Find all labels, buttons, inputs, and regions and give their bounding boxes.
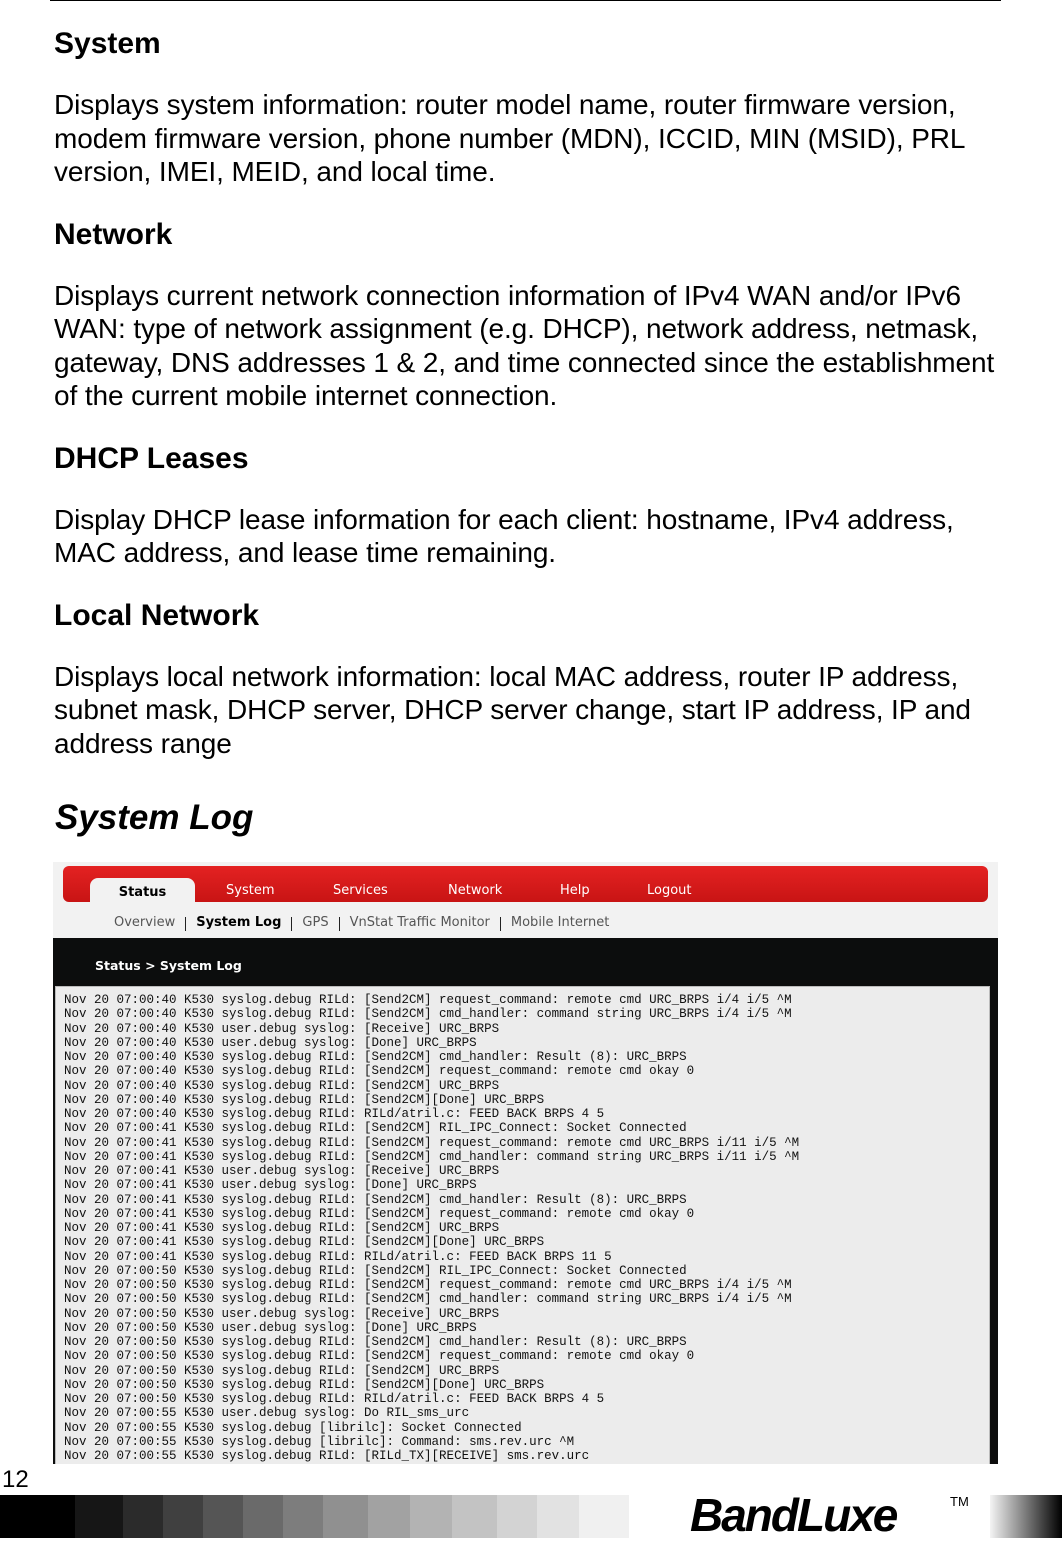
tab-help[interactable]: Help [560,883,590,898]
log-line: Nov 20 07:00:41 K530 syslog.debug RILd: … [64,1149,800,1164]
ramp-swatch [410,1495,452,1538]
router-ui-screenshot: Status System Services Network Help Logo… [53,862,998,1464]
log-line: Nov 20 07:00:41 K530 syslog.debug RILd: … [64,1221,500,1235]
ramp-swatch [452,1495,497,1538]
ramp-swatch [579,1495,629,1538]
paragraph-dhcp-leases: Display DHCP lease information for each … [54,503,954,569]
log-line: Nov 20 07:00:50 K530 syslog.debug RILd: … [64,1392,605,1406]
ramp-swatch [323,1495,368,1538]
subnav-overview[interactable]: Overview [104,915,185,931]
log-line: Nov 20 07:00:50 K530 user.debug syslog: … [64,1306,500,1321]
subnav-system-log[interactable]: System Log [186,915,291,931]
page-number: 12 [2,1466,29,1493]
paragraph-network: Displays current network connection info… [54,279,995,412]
log-line: Nov 20 07:00:41 K530 syslog.debug RILd: … [64,1249,612,1264]
ramp-swatch [497,1495,537,1538]
gray-ramp-bar [0,1495,629,1538]
log-line: Nov 20 07:00:55 K530 syslog.debug RILd: … [64,1449,590,1463]
log-line: Nov 20 07:00:41 K530 syslog.debug RILd: … [64,1121,687,1136]
subnav-mobile-internet[interactable]: Mobile Internet [501,915,619,931]
ramp-swatch [537,1495,579,1538]
log-lines: Nov 20 07:00:40 K530 syslog.debug RILd: … [64,993,799,1463]
heading-local-network: Local Network [54,598,260,632]
ramp-swatch [283,1495,323,1538]
document-body: System Displays system information: rout… [54,24,1014,786]
heading-network: Network [54,217,173,251]
log-line: Nov 20 07:00:41 K530 user.debug syslog: … [64,1178,477,1193]
heading-dhcp-leases: DHCP Leases [54,441,249,475]
log-line: Nov 20 07:00:50 K530 syslog.debug RILd: … [64,1278,792,1292]
ramp-swatch [203,1495,243,1538]
log-line: Nov 20 07:00:55 K530 syslog.debug [libri… [64,1434,575,1449]
tab-logout[interactable]: Logout [647,883,692,898]
tab-services[interactable]: Services [333,883,388,898]
tab-status[interactable]: Status [90,878,195,906]
log-line: Nov 20 07:00:50 K530 syslog.debug RILd: … [64,1363,500,1378]
tab-network[interactable]: Network [448,883,502,898]
log-line: Nov 20 07:00:41 K530 syslog.debug RILd: … [64,1235,545,1250]
log-line: Nov 20 07:00:40 K530 user.debug syslog: … [64,1035,477,1050]
ramp-swatch [0,1495,75,1538]
log-line: Nov 20 07:00:40 K530 syslog.debug RILd: … [64,1050,687,1064]
log-line: Nov 20 07:00:40 K530 syslog.debug RILd: … [64,1092,545,1107]
log-line: Nov 20 07:00:41 K530 syslog.debug RILd: … [64,1192,687,1207]
tab-system[interactable]: System [226,883,274,898]
ramp-swatch [243,1495,283,1538]
ramp-swatch [123,1495,163,1538]
ramp-swatch [75,1495,123,1538]
main-nav-bar: Status System Services Network Help Logo… [63,866,988,906]
ramp-swatch [163,1495,203,1538]
breadcrumb: Status > System Log [95,958,242,973]
heading-system: System [54,27,161,60]
log-line: Nov 20 07:00:40 K530 syslog.debug RILd: … [64,1007,792,1022]
log-line: Nov 20 07:00:50 K530 syslog.debug RILd: … [64,1263,687,1278]
log-line: Nov 20 07:00:41 K530 user.debug syslog: … [64,1164,500,1178]
log-line: Nov 20 07:00:40 K530 syslog.debug RILd: … [64,1078,500,1093]
content-panel: Status > System Log Nov 20 07:00:40 K530… [53,938,998,1464]
log-line: Nov 20 07:00:55 K530 user.debug syslog: … [64,1406,470,1421]
log-line: Nov 20 07:00:50 K530 syslog.debug RILd: … [64,1335,687,1349]
paragraph-local-network: Displays local network information: loca… [54,660,971,759]
log-line: Nov 20 07:00:40 K530 syslog.debug RILd: … [64,1107,605,1121]
log-line: Nov 20 07:00:41 K530 syslog.debug RILd: … [64,1206,695,1221]
top-rule [50,0,1001,1]
system-log-textarea[interactable]: Nov 20 07:00:40 K530 syslog.debug RILd: … [55,986,990,1464]
log-line: Nov 20 07:00:55 K530 syslog.debug [libri… [64,1420,522,1435]
log-line: Nov 20 07:00:50 K530 syslog.debug RILd: … [64,1349,695,1364]
subnav-vnstat[interactable]: VnStat Traffic Monitor [340,915,500,931]
log-line: Nov 20 07:00:41 K530 syslog.debug RILd: … [64,1135,800,1150]
sub-nav: Overview System Log GPS VnStat Traffic M… [104,915,619,931]
log-line: Nov 20 07:00:50 K530 syslog.debug RILd: … [64,1377,545,1392]
subnav-gps[interactable]: GPS [292,915,338,931]
bandluxe-logo: BandLuxe [690,1489,898,1541]
system-log-title: System Log [55,798,254,837]
log-line: Nov 20 07:00:40 K530 user.debug syslog: … [64,1021,500,1036]
log-line: Nov 20 07:00:50 K530 user.debug syslog: … [64,1320,477,1335]
paragraph-system: Displays system information: router mode… [54,89,965,187]
ramp-swatch [368,1495,410,1538]
trademark-symbol: TM [950,1494,969,1509]
log-line: Nov 20 07:00:40 K530 syslog.debug RILd: … [64,1064,695,1079]
log-line: Nov 20 07:00:40 K530 syslog.debug RILd: … [64,993,792,1007]
gray-ramp-right [990,1495,1062,1538]
log-line: Nov 20 07:00:50 K530 syslog.debug RILd: … [64,1292,792,1307]
